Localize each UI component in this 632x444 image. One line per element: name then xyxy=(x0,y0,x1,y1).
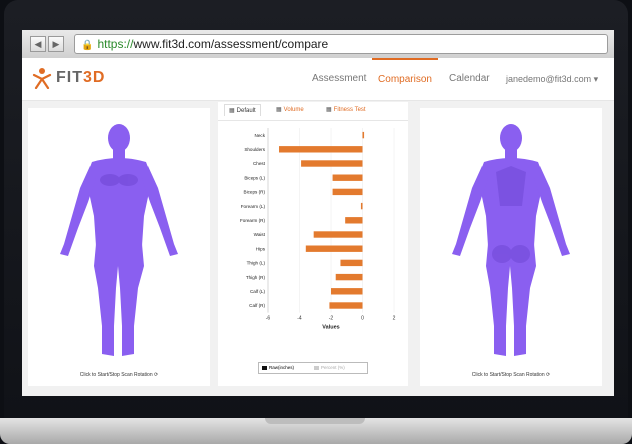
category-label: Thigh (L) xyxy=(247,261,266,266)
laptop-notch xyxy=(265,418,365,424)
legend-raw[interactable]: Raw(inches) xyxy=(262,365,294,370)
measurement-bar-chart: -6 -4 -2 0 2 Neck Shoulders Chest Biceps (L) Bice… xyxy=(240,128,396,331)
forward-button[interactable]: ▶ xyxy=(48,36,64,52)
grid-icon: ▦ xyxy=(229,108,235,114)
legend-percent-label: Percent (%) xyxy=(321,365,345,370)
bar-forearm-l xyxy=(360,202,363,210)
nav-calendar[interactable]: Calendar xyxy=(449,58,490,100)
legend-raw-swatch xyxy=(262,365,267,370)
back-button[interactable]: ◀ xyxy=(30,36,46,52)
url-scheme: https:// xyxy=(97,37,134,51)
screen: ◀ ▶ 🔒 https://www.fit3d.com/assessment/co… xyxy=(22,30,614,396)
site-header: FIT3D Assessment Comparison Calendar jan… xyxy=(22,58,614,101)
nav-user-menu[interactable]: janedemo@fit3d.com ▾ xyxy=(506,58,598,100)
bar-waist xyxy=(313,231,363,238)
nav-assessment[interactable]: Assessment xyxy=(312,58,366,100)
category-label: Calf (R) xyxy=(249,303,265,308)
logo-figure-icon xyxy=(32,68,52,90)
scan-panel-before: Click to Start/Stop Scan Rotation ⟳ xyxy=(28,108,210,386)
category-label: Forearm (R) xyxy=(240,218,265,223)
x-tick-label: 2 xyxy=(393,316,396,322)
category-label: Waist xyxy=(254,232,266,237)
bar-biceps-r xyxy=(332,188,363,196)
browser-toolbar: ◀ ▶ 🔒 https://www.fit3d.com/assessment/co… xyxy=(22,30,614,59)
tab-default-label: Default xyxy=(236,108,256,114)
bar-thigh-l xyxy=(340,259,363,267)
bar-thigh-r xyxy=(335,273,363,281)
address-bar[interactable]: 🔒 https://www.fit3d.com/assessment/compar… xyxy=(74,34,608,54)
forward-arrow-icon: ▶ xyxy=(52,39,60,49)
logo-text: FIT xyxy=(56,69,83,86)
chart-tabs: ▦ Default ▦ Volume ▦ Fitness Test xyxy=(218,102,408,121)
nav-comparison[interactable]: Comparison xyxy=(372,58,438,102)
lock-icon: 🔒 xyxy=(81,40,94,51)
x-tick-label: 0 xyxy=(361,316,364,322)
bar-forearm-r xyxy=(345,217,363,224)
tab-default[interactable]: ▦ Default xyxy=(224,104,261,116)
back-arrow-icon: ◀ xyxy=(34,39,42,49)
bar-calf-l xyxy=(331,288,363,295)
chart-legend: Raw(inches) Percent (%) xyxy=(258,362,368,374)
bar-hips xyxy=(305,245,363,252)
rotation-toggle-label[interactable]: Click to Start/Stop Scan Rotation ⟳ xyxy=(420,372,602,378)
category-label: Calf (L) xyxy=(250,289,266,294)
legend-percent[interactable]: Percent (%) xyxy=(314,365,345,370)
fit3d-logo[interactable]: FIT3D xyxy=(32,67,142,91)
scan-panel-after: Click to Start/Stop Scan Rotation ⟳ xyxy=(420,108,602,386)
legend-percent-swatch xyxy=(314,365,319,370)
category-label: Neck xyxy=(255,133,266,138)
tab-fitness-test-label: Fitness Test xyxy=(333,107,366,113)
category-label: Chest xyxy=(253,161,266,166)
tab-fitness-test[interactable]: ▦ Fitness Test xyxy=(326,106,366,113)
category-label: Shoulders xyxy=(244,147,265,152)
x-tick-label: -4 xyxy=(297,316,302,322)
x-axis-label: Values xyxy=(322,325,339,331)
category-label: Forearm (L) xyxy=(241,204,266,209)
grid-icon: ▦ xyxy=(276,107,282,113)
body-scan-back[interactable] xyxy=(444,116,578,364)
body-scan-front[interactable] xyxy=(52,116,186,364)
bar-shoulders xyxy=(279,146,363,153)
bar-calf-r xyxy=(329,302,363,309)
grid-icon: ▦ xyxy=(326,107,332,113)
category-label: Biceps (L) xyxy=(244,175,265,180)
logo-accent-text: 3D xyxy=(83,69,106,86)
tab-volume[interactable]: ▦ Volume xyxy=(276,106,304,113)
x-tick-label: -6 xyxy=(266,316,271,322)
x-tick-label: -2 xyxy=(329,316,334,322)
bar-neck xyxy=(362,131,365,139)
bar-biceps-l xyxy=(332,174,363,181)
tab-volume-label: Volume xyxy=(283,107,304,113)
category-label: Hips xyxy=(256,246,266,251)
url-text: www.fit3d.com/assessment/compare xyxy=(133,37,329,51)
category-label: Thigh (R) xyxy=(246,275,266,280)
legend-raw-label: Raw(inches) xyxy=(269,365,295,370)
category-label: Biceps (R) xyxy=(244,190,266,195)
bar-chest xyxy=(301,160,363,167)
comparison-panel: ▦ Default ▦ Volume ▦ Fitness Test -6 -4 -2 0 2 N… xyxy=(218,102,408,386)
rotation-toggle-label[interactable]: Click to Start/Stop Scan Rotation ⟳ xyxy=(28,372,210,378)
